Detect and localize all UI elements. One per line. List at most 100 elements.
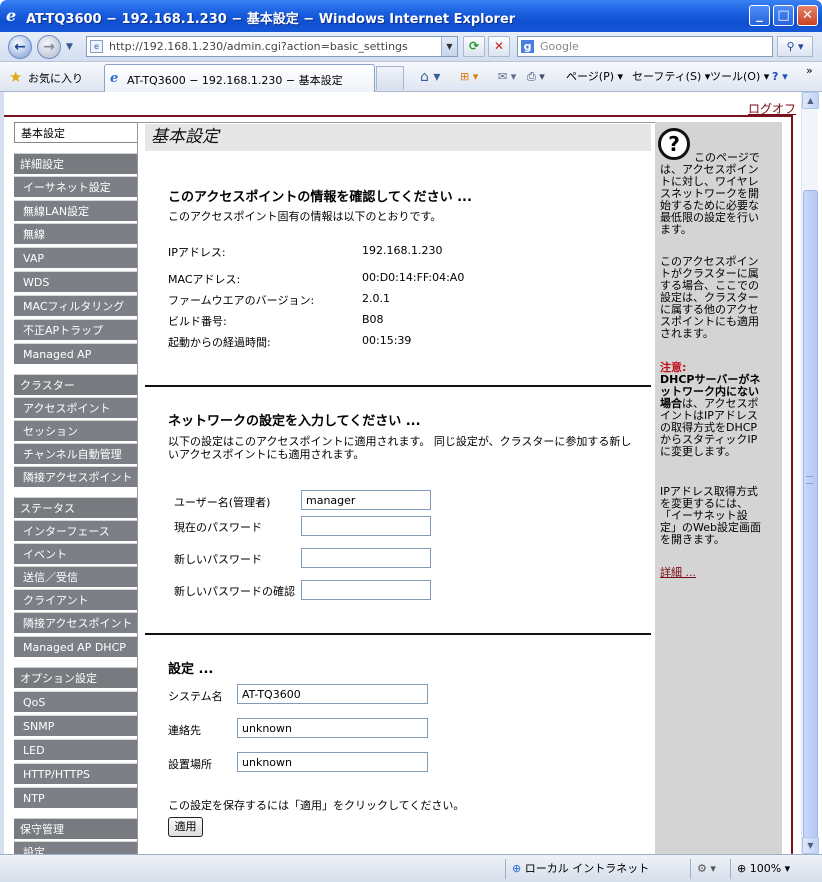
- favorites-star-icon[interactable]: ★: [9, 68, 22, 86]
- home-icon[interactable]: ⌂ ▾: [420, 68, 440, 86]
- content-right-border: [791, 115, 793, 854]
- nav-sessions[interactable]: セッション: [14, 420, 137, 441]
- nav-rogue-ap[interactable]: 不正APトラップ: [14, 319, 137, 340]
- vertical-scrollbar[interactable]: ▲ ▼: [801, 92, 819, 854]
- help-menu-icon[interactable]: ? ▾: [772, 68, 788, 86]
- mac-value: 00:D0:14:FF:04:A0: [362, 271, 465, 284]
- nav-managed-ap-dhcp[interactable]: Managed AP DHCP: [14, 636, 137, 657]
- header-divider: [4, 115, 792, 117]
- tools-menu[interactable]: ツール(O) ▾: [710, 68, 769, 86]
- close-window-button[interactable]: ✕: [797, 5, 818, 26]
- nav-options[interactable]: オプション設定: [14, 667, 137, 688]
- tab-title: AT-TQ3600 − 192.168.1.230 − 基本設定: [127, 74, 343, 87]
- zoom-level: 100%: [749, 862, 782, 875]
- address-field[interactable]: e http://192.168.1.230/admin.cgi?action=…: [86, 36, 458, 57]
- current-password-input[interactable]: [301, 516, 431, 536]
- nav-vap[interactable]: VAP: [14, 247, 137, 268]
- help-note: 注意: DHCPサーバーがネットワーク内にない場合は、アクセスポイントはIPアド…: [660, 362, 764, 458]
- nav-led[interactable]: LED: [14, 739, 137, 760]
- nav-channel-mgmt[interactable]: チャンネル自動管理: [14, 443, 137, 464]
- favorites-bar: ★ お気に入り e AT-TQ3600 − 192.168.1.230 − 基本…: [0, 62, 822, 92]
- confirm-password-input[interactable]: [301, 580, 431, 600]
- nav-interfaces[interactable]: インターフェース: [14, 520, 137, 541]
- scroll-up-icon[interactable]: ▲: [802, 92, 819, 109]
- nav-ntp[interactable]: NTP: [14, 787, 137, 808]
- page-title: 基本設定: [145, 124, 651, 151]
- page-menu-label: ページ(P): [566, 70, 614, 83]
- window-title: AT-TQ3600 − 192.168.1.230 − 基本設定 − Windo…: [26, 12, 516, 27]
- info-description: このアクセスポイント固有の情報は以下のとおりです。: [168, 210, 442, 223]
- page-menu[interactable]: ページ(P) ▾: [566, 68, 623, 86]
- back-button[interactable]: ←: [8, 35, 32, 59]
- refresh-icon[interactable]: ⟳: [463, 36, 485, 57]
- ip-value: 192.168.1.230: [362, 244, 443, 257]
- new-password-input[interactable]: [301, 548, 431, 568]
- nav-http[interactable]: HTTP/HTTPS: [14, 763, 137, 784]
- nav-cluster[interactable]: クラスター: [14, 374, 137, 395]
- logoff-link[interactable]: ログオフ: [748, 100, 796, 117]
- security-zone[interactable]: ⊕ ローカル イントラネット: [505, 859, 683, 879]
- stop-icon[interactable]: ✕: [488, 36, 510, 57]
- nav-snmp[interactable]: SNMP: [14, 715, 137, 736]
- build-value: B08: [362, 313, 384, 326]
- username-input[interactable]: [301, 490, 431, 510]
- contact-input[interactable]: [237, 718, 428, 738]
- nav-mac-filter[interactable]: MACフィルタリング: [14, 295, 137, 316]
- url-text[interactable]: http://192.168.1.230/admin.cgi?action=ba…: [109, 40, 408, 53]
- nav-basic[interactable]: 基本設定: [14, 122, 137, 143]
- confirm-password-label: 新しいパスワードの確認: [174, 585, 295, 598]
- feeds-icon[interactable]: ⊞ ▾: [460, 68, 478, 86]
- nav-status[interactable]: ステータス: [14, 497, 137, 518]
- globe-icon: ⊕: [512, 862, 522, 875]
- nav-events[interactable]: イベント: [14, 543, 137, 564]
- nav-ethernet[interactable]: イーサネット設定: [14, 176, 137, 197]
- location-input[interactable]: [237, 752, 428, 772]
- network-description-line2: いアクセスポイントにも適用されます。: [168, 448, 365, 461]
- browser-tab[interactable]: e AT-TQ3600 − 192.168.1.230 − 基本設定: [104, 64, 375, 92]
- nav-settings[interactable]: 設定: [14, 841, 137, 854]
- save-note: この設定を保存するには「適用」をクリックしてください。: [168, 799, 465, 812]
- history-dropdown-icon[interactable]: ▼: [66, 42, 73, 52]
- window-titlebar: e AT-TQ3600 − 192.168.1.230 − 基本設定 − Win…: [0, 0, 822, 32]
- nav-wds[interactable]: WDS: [14, 271, 137, 292]
- new-tab-button[interactable]: [376, 66, 404, 90]
- scroll-thumb[interactable]: [803, 190, 818, 854]
- print-icon[interactable]: ⎙ ▾: [527, 68, 545, 86]
- scroll-down-icon[interactable]: ▼: [802, 837, 819, 854]
- help-more-link[interactable]: 詳細 ...: [660, 567, 696, 579]
- address-dropdown-icon[interactable]: ▼: [441, 37, 457, 56]
- info-heading: このアクセスポイントの情報を確認してください ...: [168, 190, 472, 205]
- zoom-control[interactable]: ⊕ 100% ▾: [730, 859, 802, 879]
- nav-neighbor-ap-cluster[interactable]: 隣接アクセスポイント: [14, 466, 137, 487]
- apply-button[interactable]: 適用: [168, 817, 203, 837]
- username-label: ユーザー名(管理者): [174, 496, 271, 509]
- nav-neighbor-ap-status[interactable]: 隣接アクセスポイント: [14, 612, 137, 633]
- ie-logo-icon: e: [6, 6, 17, 25]
- nav-tx-rx[interactable]: 送信／受信: [14, 566, 137, 587]
- zone-label: ローカル イントラネット: [524, 862, 650, 875]
- forward-button[interactable]: →: [37, 35, 61, 59]
- system-name-input[interactable]: [237, 684, 428, 704]
- favorites-button[interactable]: お気に入り: [28, 70, 83, 86]
- nav-wlan[interactable]: 無線LAN設定: [14, 200, 137, 221]
- safety-menu[interactable]: セーフティ(S) ▾: [632, 68, 710, 86]
- nav-advanced[interactable]: 詳細設定: [14, 153, 137, 174]
- section-divider: [145, 385, 651, 387]
- maximize-button[interactable]: □: [773, 5, 794, 26]
- protected-mode-icon[interactable]: ⚙ ▾: [690, 859, 728, 879]
- search-button[interactable]: ⚲ ▾: [777, 36, 813, 57]
- nav-clients[interactable]: クライアント: [14, 589, 137, 610]
- minimize-button[interactable]: _: [749, 5, 770, 26]
- firmware-value: 2.0.1: [362, 292, 390, 305]
- current-password-label: 現在のパスワード: [174, 521, 262, 534]
- nav-qos[interactable]: QoS: [14, 691, 137, 712]
- more-commands-icon[interactable]: »: [806, 62, 813, 80]
- address-toolbar: ← → ▼ e http://192.168.1.230/admin.cgi?a…: [0, 32, 822, 62]
- nav-access-points[interactable]: アクセスポイント: [14, 397, 137, 418]
- nav-managed-ap[interactable]: Managed AP: [14, 343, 137, 364]
- nav-maintenance[interactable]: 保守管理: [14, 818, 137, 839]
- nav-wireless[interactable]: 無線: [14, 223, 137, 244]
- search-input[interactable]: g Google: [517, 36, 773, 57]
- settings-heading: 設定 ...: [168, 662, 214, 677]
- mail-icon[interactable]: ✉ ▾: [498, 68, 516, 86]
